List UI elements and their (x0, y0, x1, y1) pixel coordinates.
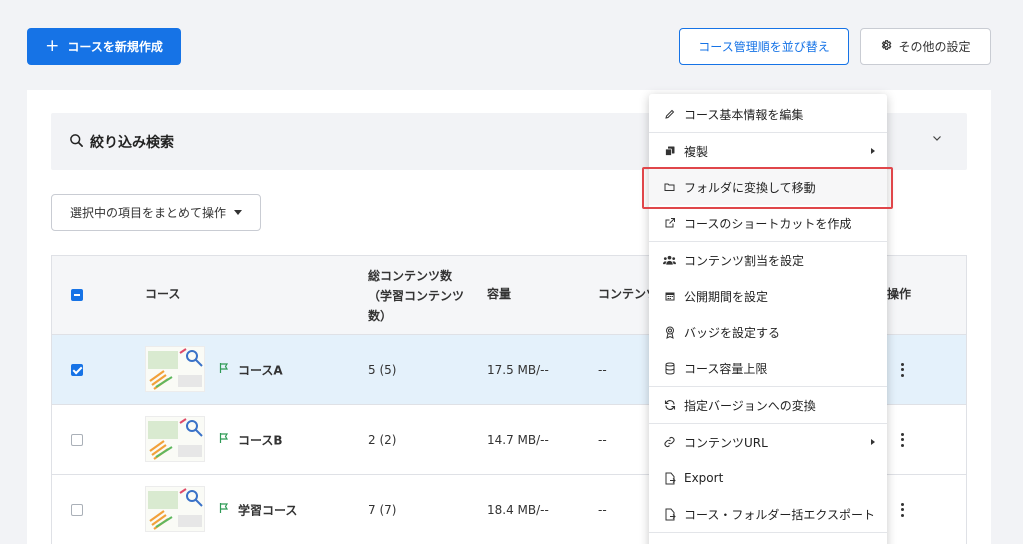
menu-item-create-shortcut[interactable]: コースのショートカットを作成 (649, 205, 887, 241)
flag-icon (218, 502, 230, 518)
chevron-right-icon (871, 148, 875, 154)
row-checkbox[interactable] (71, 363, 83, 376)
menu-item-content-assignment[interactable]: コンテンツ割当を設定 (649, 242, 887, 278)
course-name-cell[interactable]: 学習コース (218, 501, 297, 518)
course-thumbnail (145, 486, 205, 532)
menu-item-version-convert[interactable]: 指定バージョンへの変換 (649, 387, 887, 423)
more-vertical-icon[interactable] (900, 502, 904, 517)
row-checkbox[interactable] (71, 503, 83, 516)
header-total-contents: 総コンテンツ数 （学習コンテンツ 数） (368, 267, 464, 326)
new-course-label: コースを新規作成 (67, 40, 163, 54)
menu-item-label: コンテンツURL (684, 435, 768, 450)
flag-icon (218, 362, 230, 378)
course-thumbnail (145, 416, 205, 462)
copy-icon (663, 145, 676, 158)
header-total-contents-line3: 数） (368, 308, 393, 323)
filter-title: 絞り込み検索 (90, 134, 174, 151)
sort-courses-label: コース管理順を並び替え (698, 40, 830, 54)
capacity-value: 17.5 MB/-- (487, 362, 549, 377)
sort-courses-button[interactable]: コース管理順を並び替え (679, 28, 849, 65)
menu-divider (649, 532, 887, 533)
menu-item-label: 複製 (684, 144, 709, 159)
external-link-icon (663, 217, 676, 230)
users-icon (663, 254, 676, 267)
menu-item-course-capacity[interactable]: コース容量上限 (649, 350, 887, 386)
menu-item-bulk-export[interactable]: コース・フォルダー括エクスポート (649, 496, 887, 532)
menu-item-label: Export (684, 471, 724, 485)
header-total-contents-line1: 総コンテンツ数 (368, 269, 453, 283)
header-course: コース (145, 287, 181, 301)
export-icon (663, 508, 676, 521)
course-thumbnail (145, 346, 205, 392)
capacity-value: 18.4 MB/-- (487, 502, 549, 517)
chevron-down-icon[interactable] (931, 132, 943, 147)
highlight-frame (642, 167, 893, 209)
bulk-actions-label: 選択中の項目をまとめて操作 (69, 206, 226, 220)
gear-icon (880, 39, 892, 54)
select-all-checkbox[interactable] (71, 289, 83, 301)
menu-item-label: バッジを設定する (684, 325, 781, 340)
course-name[interactable]: コースA (238, 361, 283, 378)
menu-item-edit-basic-info[interactable]: コース基本情報を編集 (649, 96, 887, 132)
header-total-contents-line2: （学習コンテンツ (368, 288, 465, 303)
course-context-menu: コース基本情報を編集 複製 フォルダに変換して移動 コースのショートカットを作成… (649, 94, 887, 544)
badge-icon (663, 326, 676, 339)
content-count: 2 (2) (368, 432, 397, 447)
menu-item-content-url[interactable]: コンテンツURL (649, 424, 887, 460)
calendar-icon (663, 290, 676, 303)
caret-down-icon (234, 210, 242, 215)
content-count: 7 (7) (368, 502, 397, 517)
menu-item-label: 指定バージョンへの変換 (684, 398, 816, 413)
row-checkbox[interactable] (71, 433, 83, 446)
new-course-button[interactable]: + コースを新規作成 (27, 28, 181, 65)
other-settings-button[interactable]: その他の設定 (860, 28, 991, 65)
refresh-icon (663, 399, 676, 412)
course-name-cell[interactable]: コースB (218, 431, 283, 448)
link-icon (663, 436, 676, 449)
menu-item-duplicate[interactable]: 複製 (649, 133, 887, 169)
contents-value: -- (598, 502, 607, 517)
header-actions: 操作 (887, 287, 912, 301)
search-icon (69, 133, 84, 151)
contents-value: -- (598, 362, 607, 377)
course-name-cell[interactable]: コースA (218, 361, 283, 378)
menu-item-label: コンテンツ割当を設定 (684, 253, 805, 268)
bulk-actions-dropdown[interactable]: 選択中の項目をまとめて操作 (51, 194, 261, 231)
flag-icon (218, 432, 230, 448)
menu-item-set-badge[interactable]: バッジを設定する (649, 314, 887, 350)
capacity-value: 14.7 MB/-- (487, 432, 549, 447)
menu-item-label: コースのショートカットを作成 (684, 216, 852, 231)
menu-item-export[interactable]: Export (649, 460, 887, 496)
other-settings-label: その他の設定 (898, 40, 971, 54)
menu-item-publish-period[interactable]: 公開期間を設定 (649, 278, 887, 314)
more-vertical-icon[interactable] (900, 432, 904, 447)
menu-item-label: コース基本情報を編集 (684, 107, 804, 122)
export-icon (663, 472, 676, 485)
menu-item-label: 公開期間を設定 (684, 289, 769, 304)
pencil-icon (663, 108, 676, 121)
menu-item-label: コース・フォルダー括エクスポート (684, 507, 876, 522)
plus-icon: + (45, 36, 60, 56)
content-count: 5 (5) (368, 362, 397, 377)
contents-value: -- (598, 432, 607, 447)
menu-item-label: コース容量上限 (684, 361, 768, 376)
more-vertical-icon[interactable] (900, 362, 904, 377)
header-capacity: 容量 (487, 287, 512, 301)
database-icon (663, 362, 676, 375)
course-name[interactable]: 学習コース (238, 501, 297, 518)
course-name[interactable]: コースB (238, 431, 283, 448)
chevron-right-icon (871, 439, 875, 445)
